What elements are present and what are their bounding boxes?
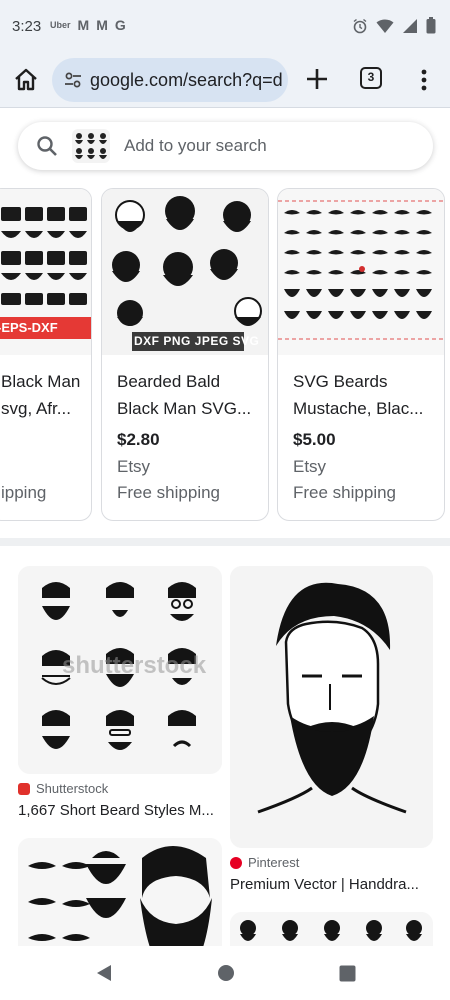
product-title[interactable]: Bearded Bald Black Man SVG...: [117, 368, 268, 422]
search-image-thumbnail[interactable]: [72, 129, 110, 163]
image-source[interactable]: Shutterstock: [18, 781, 108, 796]
product-card[interactable]: DXF PNG JPEG SVG Bearded Bald Black Man …: [101, 188, 269, 521]
product-store: Etsy: [293, 457, 327, 476]
search-icon: [37, 136, 57, 156]
product-title-line[interactable]: Bearded Bald: [117, 368, 268, 395]
gmail-icon: M: [96, 17, 108, 33]
more-vert-icon[interactable]: [414, 66, 434, 94]
product-shipping: Free shipping: [117, 483, 221, 502]
image-result-thumbnail[interactable]: [230, 566, 433, 848]
product-image[interactable]: DXF PNG JPEG SVG: [102, 189, 268, 355]
product-shipping: Free shipping: [293, 483, 397, 502]
product-title-line[interactable]: Black Man: [1, 368, 91, 395]
product-title-line[interactable]: Mustache, Blac...: [293, 395, 444, 422]
google-icon: G: [114, 17, 126, 33]
product-image[interactable]: [278, 189, 444, 355]
product-price: $2.80: [117, 430, 160, 449]
search-placeholder[interactable]: Add to your search: [124, 136, 267, 156]
product-banner-text: -EPS-DXF: [0, 320, 58, 335]
tab-switcher-button[interactable]: 3: [360, 67, 382, 89]
gmail-icon: M: [77, 17, 90, 33]
alarm-icon: [353, 18, 367, 33]
product-card[interactable]: -EPS-DXF Black Man svg, Afr... ipping: [0, 188, 92, 521]
url-text[interactable]: google.com/search?q=d: [90, 70, 283, 91]
home-circle-icon[interactable]: [217, 964, 235, 982]
status-time: 3:23: [12, 18, 42, 35]
product-price: $5.00: [293, 430, 336, 449]
status-bar: 3:23 Uber M M G: [0, 0, 450, 52]
product-title[interactable]: SVG Beards Mustache, Blac...: [293, 368, 444, 422]
wifi-icon: [376, 19, 394, 33]
uber-icon: Uber: [50, 20, 71, 30]
system-navigation-bar: [0, 946, 450, 1000]
image-source-label[interactable]: Shutterstock: [36, 781, 108, 796]
status-app-icons: Uber M M G: [50, 17, 126, 33]
cell-signal-icon: [403, 18, 417, 33]
status-indicators: [352, 17, 436, 34]
browser-toolbar: google.com/search?q=d 3: [0, 52, 450, 108]
product-title[interactable]: Black Man svg, Afr...: [1, 368, 91, 422]
image-watermark: shutterstock: [62, 652, 207, 679]
product-image[interactable]: -EPS-DXF: [0, 189, 91, 355]
site-settings-icon[interactable]: [64, 71, 82, 89]
product-card[interactable]: SVG Beards Mustache, Blac... $5.00 Etsy …: [277, 188, 445, 521]
product-title-line[interactable]: svg, Afr...: [1, 395, 91, 422]
section-divider: [0, 538, 450, 546]
product-store: Etsy: [117, 457, 151, 476]
image-source-label[interactable]: Pinterest: [248, 855, 299, 870]
search-refine-box[interactable]: Add to your search: [18, 122, 433, 170]
image-result-thumbnail[interactable]: shutterstock: [18, 566, 222, 774]
product-title-line[interactable]: SVG Beards: [293, 368, 444, 395]
recents-square-icon[interactable]: [339, 965, 356, 982]
back-triangle-icon[interactable]: [95, 963, 113, 983]
product-shipping: ipping: [1, 483, 47, 502]
home-icon[interactable]: [12, 66, 40, 94]
image-caption[interactable]: 1,667 Short Beard Styles M...: [18, 802, 222, 819]
product-title-line[interactable]: Black Man SVG...: [117, 395, 268, 422]
new-tab-plus-icon[interactable]: [304, 66, 330, 92]
address-bar[interactable]: google.com/search?q=d: [52, 58, 288, 102]
pinterest-logo-icon: [230, 856, 242, 869]
product-banner-text: DXF PNG JPEG SVG: [134, 334, 260, 348]
image-caption[interactable]: Premium Vector | Handdra...: [230, 876, 433, 893]
battery-icon: [426, 17, 436, 34]
shutterstock-logo-icon: [18, 782, 30, 795]
image-source[interactable]: Pinterest: [230, 855, 299, 870]
